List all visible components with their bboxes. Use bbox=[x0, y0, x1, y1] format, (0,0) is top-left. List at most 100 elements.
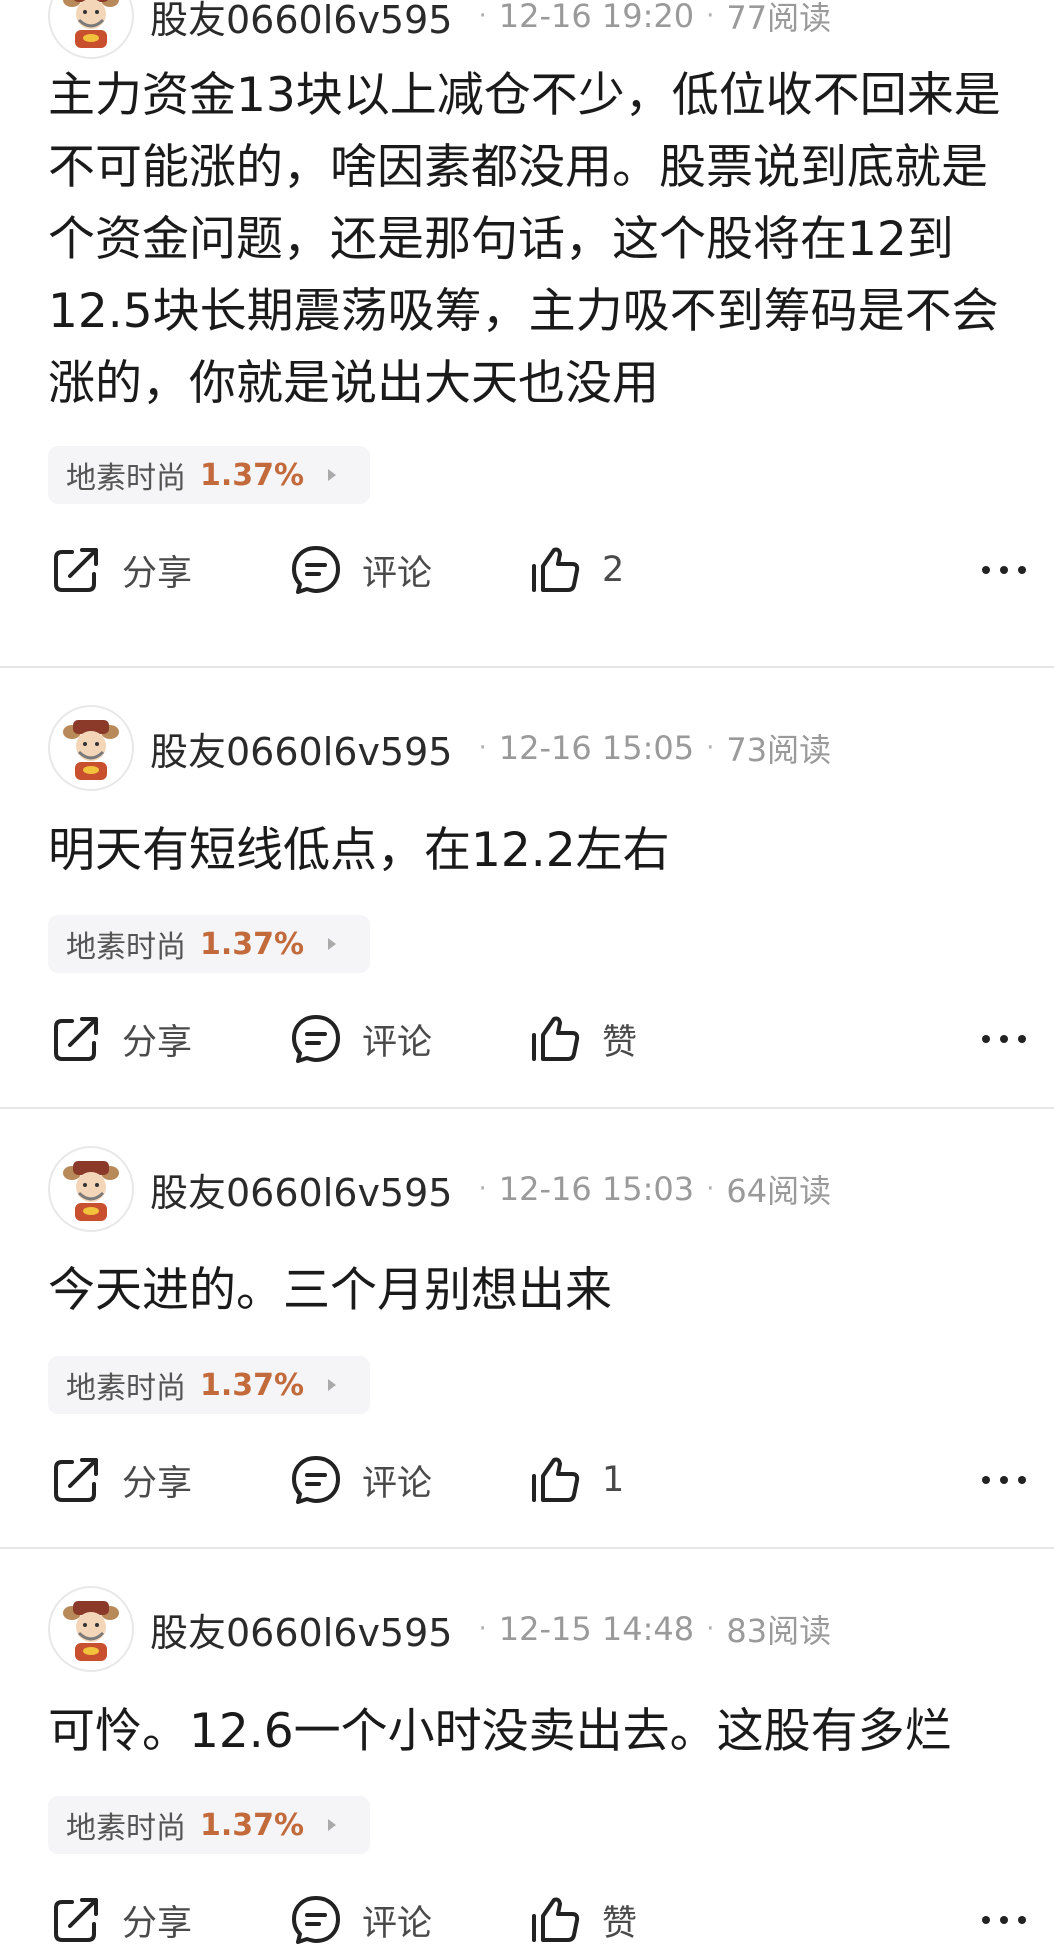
more-button[interactable] bbox=[982, 1463, 1026, 1497]
post-content[interactable]: 主力资金13块以上减仓不少，低位收不回来是不可能涨的，啥因素都没用。股票说到底就… bbox=[48, 60, 1023, 420]
action-bar: 分享 评论 1 bbox=[48, 1445, 1026, 1515]
like-button[interactable]: 赞 bbox=[528, 1893, 637, 1947]
share-label: 分享 bbox=[122, 1022, 193, 1063]
more-dots-icon bbox=[1018, 566, 1026, 574]
stock-tag[interactable]: 地素时尚 1.37% bbox=[48, 1796, 370, 1854]
comment-button[interactable]: 评论 bbox=[288, 1453, 432, 1507]
post-item[interactable]: 股友0660l6v595 · 12-15 14:48 · 83阅读 可怜。12.… bbox=[0, 1549, 1054, 1944]
separator-dot: · bbox=[706, 1614, 715, 1644]
more-dots-icon bbox=[982, 1035, 990, 1043]
post-time: 12-16 15:03 bbox=[498, 1170, 695, 1208]
like-button[interactable]: 赞 bbox=[528, 1012, 637, 1066]
username[interactable]: 股友0660l6v595 bbox=[150, 1162, 452, 1217]
separator-dot: · bbox=[478, 1174, 487, 1204]
comment-icon bbox=[292, 1015, 340, 1063]
stock-name: 地素时尚 bbox=[66, 930, 186, 965]
more-button[interactable] bbox=[982, 1903, 1026, 1937]
post-header: 股友0660l6v595 · 12-16 19:20 · 77阅读 bbox=[48, 0, 831, 60]
comment-button[interactable]: 评论 bbox=[288, 543, 432, 597]
read-count: 77阅读 bbox=[726, 0, 832, 37]
thumbs-up-icon bbox=[532, 1016, 580, 1061]
post-content[interactable]: 今天进的。三个月别想出来 bbox=[48, 1255, 1023, 1327]
username[interactable]: 股友0660l6v595 bbox=[150, 1602, 452, 1657]
separator-dot: · bbox=[706, 1174, 715, 1204]
post-header: 股友0660l6v595 · 12-16 15:05 · 73阅读 bbox=[48, 704, 831, 792]
thumbs-up-icon bbox=[532, 547, 580, 592]
more-dots-icon bbox=[1018, 1476, 1026, 1484]
stock-tag[interactable]: 地素时尚 1.37% bbox=[48, 1356, 370, 1414]
share-button[interactable]: 分享 bbox=[48, 1012, 192, 1066]
share-button[interactable]: 分享 bbox=[48, 1453, 192, 1507]
stock-change: 1.37% bbox=[200, 926, 305, 962]
like-label: 赞 bbox=[602, 1022, 638, 1063]
more-dots-icon bbox=[1018, 1916, 1026, 1924]
separator-dot: · bbox=[706, 1, 715, 31]
avatar[interactable] bbox=[48, 0, 134, 59]
avatar-caishen-icon bbox=[63, 0, 119, 48]
post-time: 12-16 15:05 bbox=[498, 729, 695, 767]
more-dots-icon bbox=[1000, 1476, 1008, 1484]
share-label: 分享 bbox=[122, 553, 193, 594]
stock-name: 地素时尚 bbox=[66, 1371, 186, 1406]
post-feed: 股友0660l6v595 · 12-16 19:20 · 77阅读 主力资金13… bbox=[0, 0, 1054, 1944]
username[interactable]: 股友0660l6v595 bbox=[150, 0, 452, 44]
post-meta: · 12-16 15:05 · 73阅读 bbox=[466, 725, 831, 771]
share-button[interactable]: 分享 bbox=[48, 1893, 192, 1947]
post-header: 股友0660l6v595 · 12-15 14:48 · 83阅读 bbox=[48, 1585, 831, 1673]
share-button[interactable]: 分享 bbox=[48, 543, 192, 597]
stock-name: 地素时尚 bbox=[66, 461, 186, 496]
like-count: 1 bbox=[602, 1460, 625, 1500]
comment-button[interactable]: 评论 bbox=[288, 1012, 432, 1066]
username[interactable]: 股友0660l6v595 bbox=[150, 721, 452, 776]
stock-tag[interactable]: 地素时尚 1.37% bbox=[48, 446, 370, 504]
comment-label: 评论 bbox=[362, 1022, 433, 1063]
read-count: 73阅读 bbox=[726, 731, 832, 769]
avatar[interactable] bbox=[48, 1146, 134, 1232]
avatar[interactable] bbox=[48, 705, 134, 791]
comment-icon bbox=[292, 1456, 340, 1504]
share-icon bbox=[54, 1458, 98, 1502]
post-content[interactable]: 可怜。12.6一个小时没卖出去。这股有多烂 bbox=[48, 1696, 1023, 1768]
stock-change: 1.37% bbox=[200, 1367, 305, 1403]
like-label: 赞 bbox=[602, 1903, 638, 1944]
share-icon bbox=[54, 1898, 98, 1942]
more-dots-icon bbox=[1000, 566, 1008, 574]
like-button[interactable]: 1 bbox=[528, 1453, 624, 1507]
arrow-right-icon bbox=[328, 1819, 337, 1831]
comment-icon bbox=[292, 546, 340, 594]
comment-label: 评论 bbox=[362, 1903, 433, 1944]
like-button[interactable]: 2 bbox=[528, 543, 624, 597]
more-dots-icon bbox=[1000, 1035, 1008, 1043]
post-meta: · 12-15 14:48 · 83阅读 bbox=[466, 1606, 831, 1652]
post-item[interactable]: 股友0660l6v595 · 12-16 15:05 · 73阅读 明天有短线低… bbox=[0, 668, 1054, 1109]
share-label: 分享 bbox=[122, 1903, 193, 1944]
thumbs-up-icon bbox=[532, 1897, 580, 1942]
post-item[interactable]: 股友0660l6v595 · 12-16 15:03 · 64阅读 今天进的。三… bbox=[0, 1109, 1054, 1549]
comment-button[interactable]: 评论 bbox=[288, 1893, 432, 1947]
avatar[interactable] bbox=[48, 1586, 134, 1672]
share-icon bbox=[54, 548, 98, 592]
post-meta: · 12-16 15:03 · 64阅读 bbox=[466, 1166, 831, 1212]
post-time: 12-16 19:20 bbox=[498, 0, 695, 35]
more-dots-icon bbox=[1000, 1916, 1008, 1924]
stock-tag[interactable]: 地素时尚 1.37% bbox=[48, 915, 370, 973]
share-icon bbox=[54, 1017, 98, 1061]
read-count: 64阅读 bbox=[726, 1172, 832, 1210]
action-bar: 分享 评论 赞 bbox=[48, 1004, 1026, 1074]
post-content[interactable]: 明天有短线低点，在12.2左右 bbox=[48, 815, 1023, 887]
avatar-caishen-icon bbox=[63, 720, 119, 780]
more-dots-icon bbox=[982, 1476, 990, 1484]
arrow-right-icon bbox=[328, 469, 337, 481]
more-dots-icon bbox=[1018, 1035, 1026, 1043]
action-bar: 分享 评论 2 bbox=[48, 535, 1026, 605]
comment-label: 评论 bbox=[362, 553, 433, 594]
more-button[interactable] bbox=[982, 1022, 1026, 1056]
more-dots-icon bbox=[982, 566, 990, 574]
like-count: 2 bbox=[602, 550, 625, 590]
post-item[interactable]: 股友0660l6v595 · 12-16 19:20 · 77阅读 主力资金13… bbox=[0, 0, 1054, 668]
more-dots-icon bbox=[982, 1916, 990, 1924]
read-count: 83阅读 bbox=[726, 1612, 832, 1650]
separator-dot: · bbox=[478, 1614, 487, 1644]
share-label: 分享 bbox=[122, 1463, 193, 1504]
more-button[interactable] bbox=[982, 553, 1026, 587]
